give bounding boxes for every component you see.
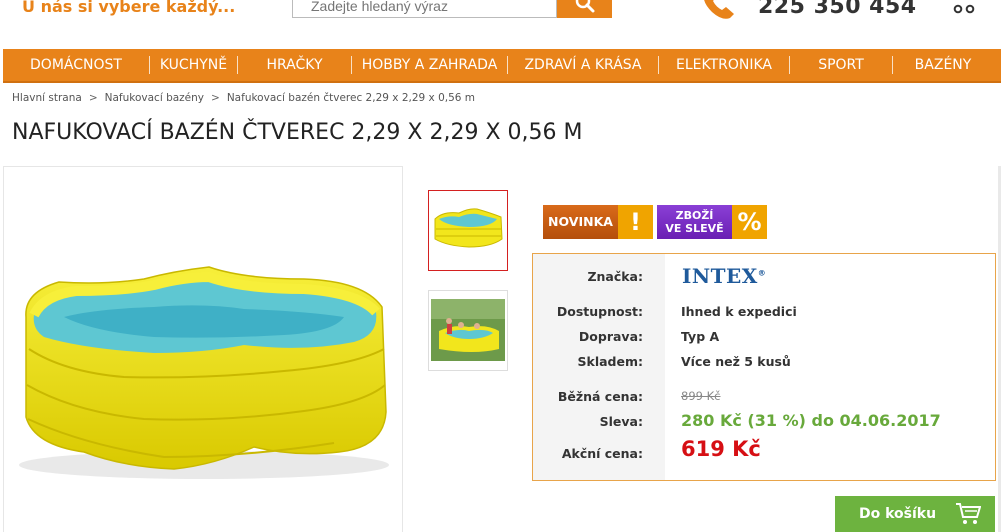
- sale-price-label: Akční cena:: [561, 446, 643, 461]
- breadcrumb: Hlavní strana > Nafukovací bazény > Nafu…: [12, 92, 475, 104]
- search-button[interactable]: [557, 0, 612, 18]
- thumbnail-2[interactable]: [428, 290, 508, 371]
- badge-sale: ZBOŽÍ VE SLEVĚ %: [657, 205, 767, 239]
- product-info-box: Značka: INTEX® Dostupnost: Ihned k exped…: [532, 253, 996, 481]
- search-field[interactable]: [292, 0, 557, 18]
- stock-value: Více než 5 kusů: [681, 354, 791, 369]
- brand-logo-mark: ®: [757, 268, 767, 278]
- breadcrumb-separator: >: [88, 92, 98, 104]
- availability-value: Ihned k expedici: [681, 304, 797, 319]
- breadcrumb-separator: >: [211, 92, 220, 104]
- regular-price-value: 899 Kč: [681, 389, 721, 403]
- breadcrumb-link-category[interactable]: Nafukovací bazény: [105, 92, 204, 104]
- breadcrumb-link-home[interactable]: Hlavní strana: [12, 92, 82, 104]
- brand-logo[interactable]: INTEX®: [682, 264, 766, 288]
- pool-thumbnail: [434, 208, 503, 248]
- nav-item-bazeny[interactable]: BAZÉNY: [893, 56, 993, 74]
- percent-icon: %: [732, 205, 767, 239]
- user-icon[interactable]: [952, 4, 976, 14]
- nav-item-elektronika[interactable]: ELEKTRONIKA: [659, 56, 789, 74]
- badge-sale-label: ZBOŽÍ VE SLEVĚ: [657, 205, 732, 239]
- discount-label: Sleva:: [599, 414, 643, 429]
- nav-item-zdravi-a-krasa[interactable]: ZDRAVÍ A KRÁSA: [508, 56, 658, 74]
- search-input[interactable]: [293, 0, 556, 17]
- shipping-label: Doprava:: [578, 329, 643, 344]
- site-tagline: U nás si vybere každý...: [22, 0, 236, 16]
- pool-image: [19, 266, 389, 479]
- sale-price-value: 619 Kč: [681, 437, 761, 461]
- pool-photo-thumbnail: [431, 299, 505, 361]
- thumbnail-1[interactable]: [428, 190, 508, 271]
- main-navigation: DOMÁCNOST KUCHYNĚ HRAČKY HOBBY A ZAHRADA…: [3, 49, 1001, 83]
- stock-label: Skladem:: [577, 354, 644, 369]
- regular-price-label: Běžná cena:: [557, 389, 643, 404]
- brand-logo-text: INTEX: [682, 264, 758, 288]
- cart-icon: [956, 503, 981, 524]
- badge-new-label: NOVINKA: [543, 205, 618, 239]
- badge-new: NOVINKA !: [543, 205, 653, 239]
- add-to-cart-label: Do košíku: [859, 506, 937, 522]
- availability-label: Dostupnost:: [556, 304, 643, 319]
- add-to-cart-button[interactable]: Do košíku: [835, 496, 995, 532]
- shipping-value: Typ A: [681, 329, 720, 344]
- nav-item-kuchyne[interactable]: KUCHYNĚ: [150, 56, 237, 74]
- phone-number[interactable]: 225 350 454: [758, 0, 917, 19]
- nav-item-hobby-a-zahrada[interactable]: HOBBY A ZAHRADA: [352, 56, 507, 74]
- product-main-image[interactable]: [3, 166, 403, 532]
- breadcrumb-current: Nafukovací bazén čtverec 2,29 x 2,29 x 0…: [226, 92, 476, 104]
- phone-icon: [704, 0, 734, 19]
- nav-item-sport[interactable]: SPORT: [790, 56, 892, 74]
- badge-sale-line-1: ZBOŽÍ: [675, 209, 714, 222]
- nav-item-hracky[interactable]: HRAČKY: [238, 56, 351, 74]
- exclamation-icon: !: [618, 205, 653, 239]
- page-title: NAFUKOVACÍ BAZÉN ČTVEREC 2,29 X 2,29 X 0…: [12, 120, 583, 145]
- nav-item-domacnost[interactable]: DOMÁCNOST: [3, 56, 149, 74]
- badge-sale-line-2: VE SLEVĚ: [665, 222, 724, 235]
- discount-value: 280 Kč (31 %) do 04.06.2017: [681, 411, 941, 430]
- brand-label: Značka:: [587, 269, 643, 284]
- search-icon: [575, 0, 594, 13]
